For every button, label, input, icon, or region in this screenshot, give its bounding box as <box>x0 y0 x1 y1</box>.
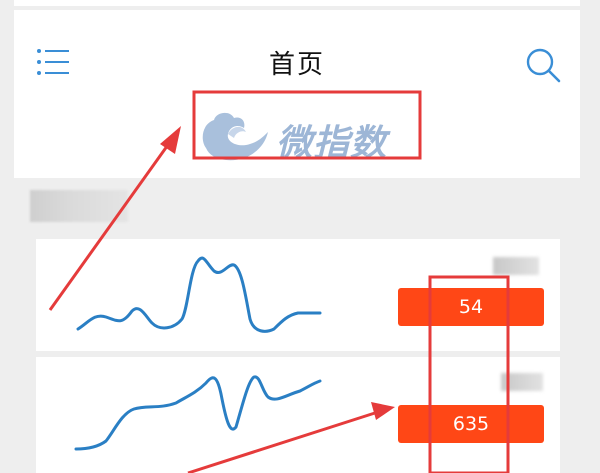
cloud-icon <box>202 112 268 161</box>
logo-text: 微指数 <box>276 123 388 164</box>
index-value-badge[interactable]: 54 <box>398 288 544 326</box>
keyword-name-blurred <box>493 257 539 275</box>
index-card[interactable]: 635 <box>36 357 560 473</box>
header-card: 首页 微指数 <box>14 10 580 178</box>
index-card[interactable]: 54 <box>36 239 560 351</box>
index-value-badge[interactable]: 635 <box>398 405 544 443</box>
keyword-name-blurred <box>501 373 543 391</box>
previous-card-edge <box>14 0 580 6</box>
page-title: 首页 <box>268 50 325 80</box>
search-icon[interactable] <box>524 46 562 84</box>
section-label-blurred <box>30 190 128 222</box>
app-logo: 微指数 <box>198 110 418 166</box>
